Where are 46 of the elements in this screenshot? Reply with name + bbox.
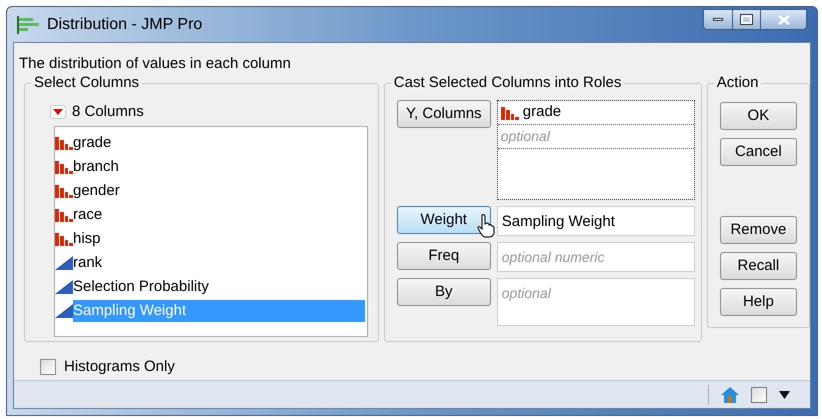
- action-button[interactable]: Recall: [720, 252, 797, 280]
- column-item[interactable]: rank: [73, 252, 365, 274]
- action-button[interactable]: Cancel: [720, 138, 797, 166]
- dropdown-arrow-icon[interactable]: [779, 390, 790, 398]
- column-item[interactable]: gender: [73, 180, 365, 202]
- action-button[interactable]: OK: [720, 102, 797, 130]
- column-item[interactable]: grade: [73, 132, 365, 154]
- column-item[interactable]: Selection Probability: [73, 276, 365, 298]
- role-field[interactable]: optional: [496, 278, 695, 326]
- role-button[interactable]: By: [396, 278, 491, 306]
- continuous-icon: [55, 280, 73, 294]
- role-button[interactable]: Freq: [396, 242, 491, 270]
- role-button[interactable]: Y, Columns: [396, 100, 491, 128]
- column-item[interactable]: branch: [73, 156, 365, 178]
- role-field[interactable]: optional numeric: [496, 242, 695, 272]
- window-title: Distribution - JMP Pro: [47, 14, 202, 34]
- status-checkbox[interactable]: [751, 386, 767, 402]
- role-list[interactable]: grade optional: [496, 100, 695, 200]
- nominal-icon: [55, 136, 73, 150]
- disclosure-icon: [53, 109, 63, 115]
- column-item[interactable]: hisp: [73, 228, 365, 250]
- maximize-button[interactable]: [733, 9, 761, 30]
- nominal-icon: [55, 184, 73, 198]
- column-group-label: 8 Columns: [72, 102, 144, 122]
- nominal-icon: [55, 208, 73, 222]
- close-icon: [778, 14, 790, 24]
- action-button[interactable]: Remove: [720, 216, 797, 244]
- close-button[interactable]: [761, 9, 807, 30]
- column-item[interactable]: race: [73, 204, 365, 226]
- description-text: The distribution of values in each column: [19, 55, 291, 72]
- continuous-icon: [55, 304, 73, 318]
- histograms-only-checkbox[interactable]: [40, 359, 56, 375]
- histograms-only-label: Histograms Only: [64, 356, 175, 377]
- continuous-icon: [55, 256, 73, 270]
- nominal-icon: [55, 232, 73, 246]
- disclosure-button[interactable]: [50, 105, 66, 119]
- home-icon[interactable]: [721, 386, 739, 402]
- nominal-icon: [55, 160, 73, 174]
- action-button[interactable]: Help: [720, 288, 797, 316]
- role-field[interactable]: Sampling Weight: [496, 206, 695, 236]
- hand-cursor-icon: [476, 214, 495, 238]
- role-value: grade: [522, 102, 562, 122]
- app-icon: [17, 16, 39, 34]
- nominal-icon: [500, 106, 519, 120]
- minimize-button[interactable]: [703, 9, 733, 30]
- role-placeholder: optional: [500, 128, 550, 144]
